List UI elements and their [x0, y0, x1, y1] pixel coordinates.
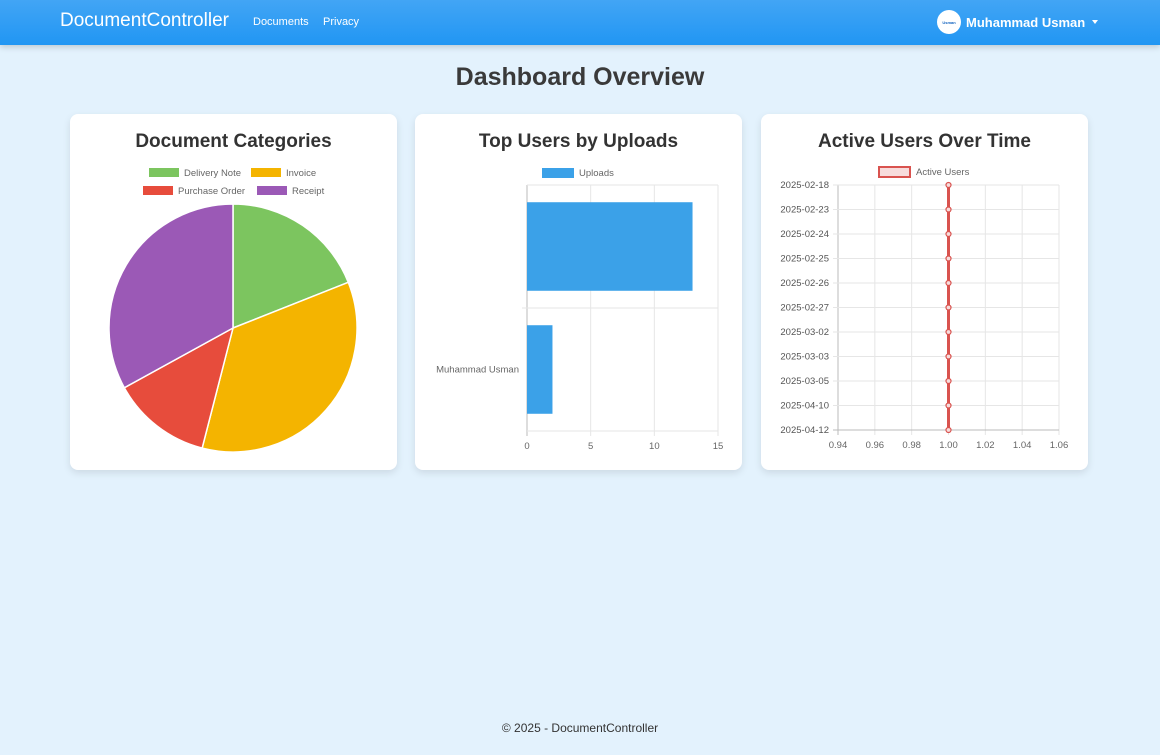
legend-swatch-active-users: [878, 166, 911, 178]
y-tick-label: 2025-03-05: [780, 376, 829, 387]
x-tick-label: 1.02: [976, 440, 995, 451]
nav-link-documents[interactable]: Documents: [253, 16, 309, 28]
data-point-active-users: [945, 377, 952, 385]
data-point-active-users: [945, 328, 952, 336]
y-tick-label: Muhammad Usman: [436, 365, 519, 376]
x-tick-label: 0.94: [829, 440, 848, 451]
nav-link-privacy[interactable]: Privacy: [323, 16, 359, 28]
y-tick-label: 2025-03-02: [780, 327, 829, 338]
data-point-active-users: [945, 206, 952, 213]
avatar: Usman: [937, 10, 961, 34]
x-tick-label: 0: [524, 441, 529, 452]
footer: © 2025 - DocumentController: [501, 721, 659, 735]
y-tick-label: 2025-04-10: [780, 401, 829, 412]
page-title: Dashboard Overview: [455, 63, 705, 91]
x-tick-label: 15: [713, 441, 724, 452]
y-tick-label: 2025-02-27: [780, 303, 829, 314]
data-point-active-users: [945, 255, 952, 262]
legend-swatch-purchase-order: [143, 186, 173, 195]
legend-swatch-receipt: [257, 186, 287, 195]
legend-label-invoice: Invoice: [286, 168, 316, 179]
legend-swatch-delivery-note: [149, 168, 179, 177]
brand-link[interactable]: DocumentController: [60, 10, 229, 32]
y-tick-label: 2025-02-24: [780, 229, 829, 240]
y-tick-label: 2025-03-03: [780, 352, 829, 363]
legend-label-receipt: Receipt: [292, 186, 325, 197]
legend-swatch-uploads: [542, 168, 574, 178]
legend-swatch-invoice: [251, 168, 281, 177]
data-point-active-users: [945, 181, 952, 189]
top-users-chart: Uploads 0 5 10 15 Muhammad Usman: [436, 168, 724, 452]
x-tick-label: 10: [649, 441, 660, 452]
card-top-users: Top Users by Uploads Uploads 0 5 10 15 Muhamm…: [415, 114, 742, 470]
y-tick-label: 2025-04-12: [780, 425, 829, 436]
x-tick-label: 1.04: [1013, 440, 1032, 451]
legend-label-active-users: Active Users: [916, 167, 970, 178]
legend-label-delivery-note: Delivery Note: [184, 168, 241, 179]
card-active-users: Active Users Over Time Active Users 0.94 0…: [761, 114, 1088, 470]
data-point-active-users: [945, 353, 952, 360]
card-document-categories: Document Categories Delivery Note Invoice…: [70, 114, 397, 470]
data-point-active-users: [945, 402, 952, 409]
y-tick-label: 2025-02-26: [780, 278, 829, 289]
y-tick-label: 2025-02-25: [780, 254, 829, 265]
avatar-text: Usman: [942, 19, 956, 25]
data-point-active-users: [945, 230, 952, 238]
legend-label-uploads: Uploads: [579, 168, 614, 179]
data-point-active-users: [945, 279, 952, 287]
x-tick-label: 1.00: [939, 440, 958, 451]
document-categories-chart: Delivery Note Invoice Purchase Order Receip…: [108, 168, 358, 453]
user-name: Muhammad Usman: [966, 14, 1086, 30]
data-point-active-users: [945, 426, 952, 434]
legend-label-purchase-order: Purchase Order: [178, 186, 245, 197]
x-tick-label: 0.96: [866, 440, 885, 451]
x-tick-label: 5: [588, 441, 593, 452]
x-tick-label: 0.98: [902, 440, 921, 451]
active-users-chart: Active Users 0.94 0.96 0.98 1.00 1.02 1.04 1.06…: [780, 166, 1069, 451]
bar-uploads-muhammad-usman: [527, 325, 553, 414]
y-tick-label: 2025-02-18: [780, 180, 829, 191]
user-menu-dropdown[interactable]: Usman Muhammad Usman: [937, 9, 1099, 35]
caret-down-icon: [1092, 20, 1099, 24]
y-tick-label: 2025-02-23: [780, 205, 829, 216]
bar-uploads-user-1: [527, 202, 693, 291]
x-tick-label: 1.06: [1050, 440, 1069, 451]
navbar: DocumentController Documents Privacy Usm…: [0, 0, 1160, 45]
data-point-active-users: [945, 304, 952, 311]
